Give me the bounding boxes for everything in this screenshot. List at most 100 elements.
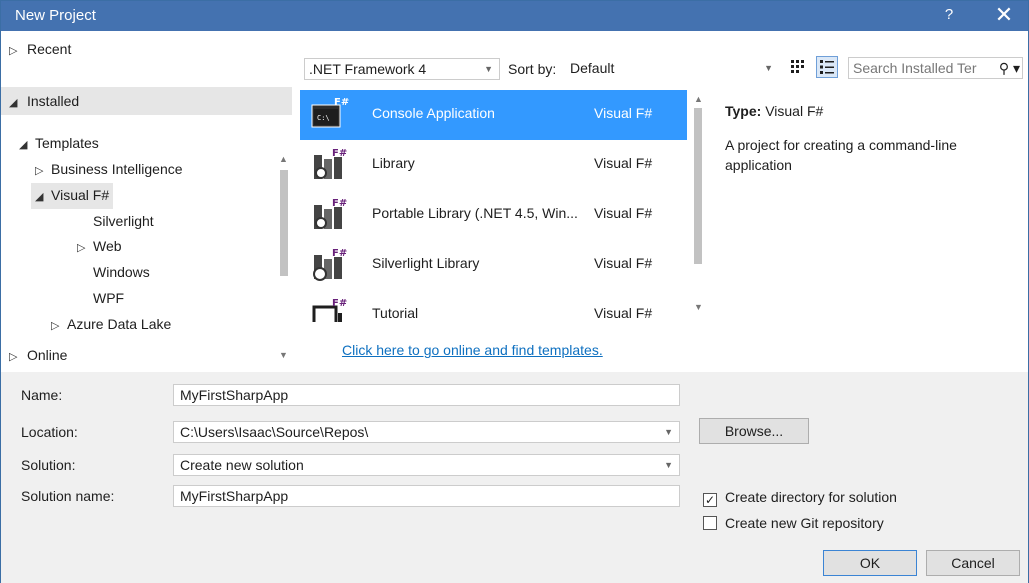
svg-text:F#: F# (332, 198, 347, 209)
create-directory-checkbox[interactable]: ✓ Create directory for solution (703, 489, 897, 507)
tree-node-silverlight[interactable]: Silverlight (93, 209, 154, 233)
category-installed-label: Installed (27, 93, 80, 109)
library-icon: F# (314, 148, 347, 179)
create-directory-label: Create directory for solution (725, 489, 897, 505)
solution-label: Solution: (21, 457, 76, 473)
ok-button[interactable]: OK (823, 550, 917, 576)
tree-node-label: Visual F# (51, 187, 110, 203)
scrollbar-thumb[interactable] (280, 170, 288, 276)
tree-node-label: Azure Data Lake (67, 316, 172, 332)
category-online[interactable]: ▷ Online (9, 341, 291, 369)
tree-node-label: Templates (35, 135, 99, 151)
scroll-up-icon[interactable]: ▲ (279, 154, 288, 164)
tree-node-label: Web (93, 238, 122, 254)
sort-value: Default (570, 60, 615, 76)
tree-scrollbar[interactable]: ▲ ▼ (277, 154, 291, 366)
find-templates-online-link[interactable]: Click here to go online and find templat… (342, 342, 603, 358)
search-input[interactable]: Search Installed Ter ⚲ ▾ (848, 57, 1023, 79)
expand-icon: ▷ (9, 45, 18, 57)
template-row-silverlight-library[interactable]: F# Silverlight Library Visual F# (300, 240, 687, 290)
list-view-button[interactable] (816, 56, 838, 78)
tree-node-visual-fsharp[interactable]: ◢ Visual F# (31, 183, 114, 209)
search-placeholder: Search Installed Ter (853, 60, 977, 76)
category-panel: ▷ Recent ◢ Installed ◢ Templates ▷ Business … (1, 32, 292, 372)
svg-text:F#: F# (334, 97, 349, 108)
tree-node-label: Silverlight (93, 213, 154, 229)
solution-name-field[interactable]: MyFirstSharpApp (173, 485, 680, 507)
location-label: Location: (21, 424, 78, 440)
small-icons-view-button[interactable] (786, 56, 808, 78)
solution-name-value: MyFirstSharpApp (180, 488, 289, 504)
sort-label: Sort by: (508, 61, 557, 77)
portable-library-icon: F# (314, 198, 347, 229)
tree-node-web[interactable]: ▷ Web (77, 234, 122, 260)
tree-node-templates[interactable]: ◢ Templates (19, 131, 99, 157)
template-row-library[interactable]: F# Library Visual F# (300, 140, 687, 190)
name-value: MyFirstSharpApp (180, 387, 289, 403)
dialog-title: New Project (15, 7, 96, 24)
type-value: Visual F# (765, 103, 824, 119)
expand-icon[interactable]: ▷ (77, 236, 93, 260)
scrollbar-thumb[interactable] (694, 108, 702, 264)
scroll-up-icon[interactable]: ▲ (694, 94, 703, 104)
checkbox-unchecked-icon[interactable] (703, 516, 717, 530)
tree-node-label: WPF (93, 290, 125, 306)
category-installed[interactable]: ◢ Installed (1, 87, 292, 115)
grid-view-icon (791, 60, 804, 73)
cancel-button[interactable]: Cancel (926, 550, 1020, 576)
template-language: Visual F# (594, 255, 653, 271)
category-recent[interactable]: ▷ Recent (9, 35, 291, 63)
name-field[interactable]: MyFirstSharpApp (173, 384, 680, 406)
close-button[interactable]: ✕ (991, 3, 1017, 27)
search-icon[interactable]: ⚲ ▾ (996, 58, 1020, 78)
collapse-icon: ◢ (9, 97, 18, 109)
console-app-icon: C:\ F# (311, 97, 349, 128)
create-git-repo-checkbox[interactable]: Create new Git repository (703, 515, 884, 531)
chevron-down-icon[interactable]: ▼ (664, 455, 673, 475)
new-project-dialog: New Project ? ✕ ▷ Recent ◢ Installed ◢ Temp… (0, 0, 1029, 583)
svg-text:F#: F# (332, 148, 347, 159)
template-name: Library (372, 155, 415, 171)
browse-button[interactable]: Browse... (699, 418, 809, 444)
chevron-down-icon[interactable]: ▼ (664, 422, 673, 442)
silverlight-library-icon: F# (313, 248, 347, 281)
tree-node-business-intelligence[interactable]: ▷ Business Intelligence (35, 157, 183, 183)
tree-node-azure-data-lake[interactable]: ▷ Azure Data Lake (51, 312, 171, 338)
checkbox-checked-icon[interactable]: ✓ (703, 493, 717, 507)
chevron-down-icon: ▼ (764, 63, 773, 73)
category-recent-label: Recent (27, 41, 72, 57)
template-row-portable-library[interactable]: F# Portable Library (.NET 4.5, Win... Vi… (300, 190, 687, 240)
tree-node-windows[interactable]: Windows (93, 260, 150, 284)
type-label: Type: (725, 103, 762, 119)
solution-name-label: Solution name: (21, 488, 115, 504)
help-button[interactable]: ? (939, 6, 959, 23)
template-row-console-application[interactable]: C:\ F# Console Application Visual F# (300, 90, 687, 140)
list-view-icon (820, 60, 834, 74)
svg-text:C:\: C:\ (317, 114, 330, 122)
framework-dropdown[interactable]: .NET Framework 4 ▼ (304, 58, 500, 80)
scroll-down-icon[interactable]: ▼ (694, 302, 703, 312)
expand-icon[interactable]: ▷ (35, 159, 51, 183)
template-language: Visual F# (594, 305, 653, 321)
template-type: Type: Visual F# (725, 103, 823, 119)
template-name: Silverlight Library (372, 255, 480, 271)
solution-dropdown[interactable]: Create new solution ▼ (173, 454, 680, 476)
template-name: Console Application (372, 105, 495, 121)
chevron-down-icon: ▼ (484, 64, 493, 74)
template-row-tutorial[interactable]: F# Tutorial Visual F# (300, 290, 687, 322)
template-list: C:\ F# Console Application Visual F# F# … (300, 90, 710, 322)
collapse-icon[interactable]: ◢ (19, 133, 35, 157)
location-value: C:\Users\Isaac\Source\Repos\ (180, 424, 369, 440)
sort-dropdown[interactable]: Default ▼ (566, 58, 779, 80)
tree-node-label: Business Intelligence (51, 161, 183, 177)
expand-icon[interactable]: ▷ (51, 314, 67, 338)
tree-node-label: Windows (93, 264, 150, 280)
project-form: Name: MyFirstSharpApp Location: C:\Users… (1, 372, 1028, 583)
location-field[interactable]: C:\Users\Isaac\Source\Repos\ ▼ (173, 421, 680, 443)
tree-node-wpf[interactable]: WPF (93, 286, 124, 310)
template-language: Visual F# (594, 105, 653, 121)
collapse-icon[interactable]: ◢ (35, 185, 51, 209)
template-list-scrollbar[interactable]: ▲ ▼ (691, 94, 705, 322)
solution-value: Create new solution (180, 457, 304, 473)
category-online-label: Online (27, 347, 68, 363)
